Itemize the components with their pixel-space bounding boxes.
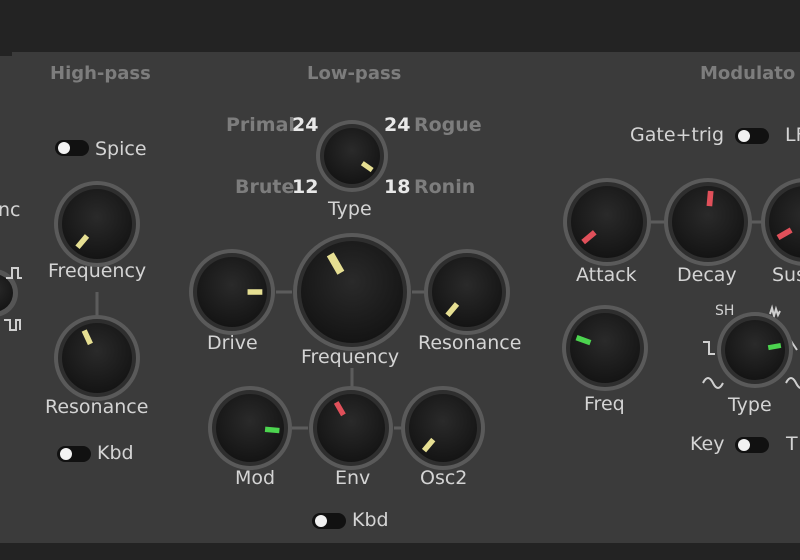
hp-resonance-knob[interactable] [54,315,140,401]
sine-wave-right-icon [785,377,800,389]
lp-env-knob[interactable] [309,386,393,470]
lp-type-knob[interactable] [316,120,388,192]
lp-drive-knob[interactable] [189,249,275,335]
knob-indicator [767,342,782,351]
pulse-wave-icon [4,319,21,331]
knob-body [301,241,403,343]
mod-type-knob[interactable] [717,312,793,388]
knob-body [725,320,785,380]
knob-body [409,394,477,462]
knob-body [432,257,502,327]
knob-body [317,394,385,462]
noise-wave-icon [769,304,781,320]
knob-body [324,128,380,184]
knob-group [54,120,800,470]
knob-layer [0,120,800,470]
knob-body [62,189,132,259]
knob-body [570,313,640,383]
knob-indicator [706,190,714,207]
lp-mod-knob[interactable] [208,386,292,470]
knob-body [62,323,132,393]
lp-osc2-knob[interactable] [401,386,485,470]
lp-resonance-knob[interactable] [424,249,510,335]
sine-wave-icon [702,377,724,389]
mod-freq-knob[interactable] [562,305,648,391]
hp-frequency-knob[interactable] [54,181,140,267]
step-wave-icon [703,341,715,355]
lp-frequency-knob[interactable] [293,233,411,351]
left-partial-knob[interactable] [0,269,18,317]
knob-indicator [264,426,280,434]
knob-body [571,186,643,258]
sustain-knob[interactable] [761,178,800,266]
decay-knob[interactable] [664,178,752,266]
attack-knob[interactable] [563,178,651,266]
synth-panel: High-pass Low-pass Modulato nc Spice Fre… [0,0,800,560]
